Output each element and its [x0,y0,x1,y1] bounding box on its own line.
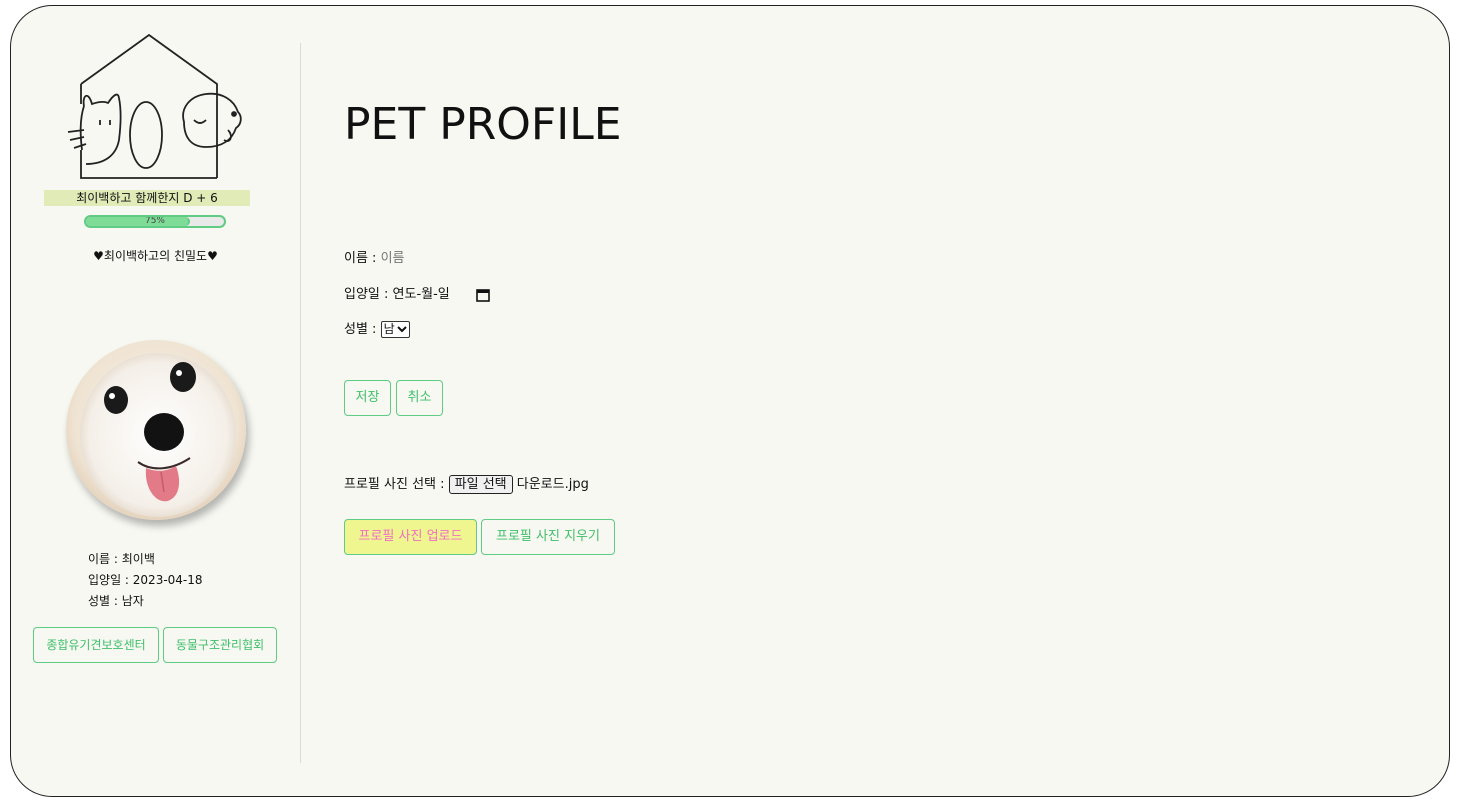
chevron-down-icon [396,326,407,333]
pet-name-text: 이름 : 최이백 [88,552,155,566]
intimacy-progress-bar: 75% [84,215,226,228]
together-dday-banner: 최이백하고 함께한지 D + 6 [44,190,250,206]
pet-gender-text: 성별 : 남자 [88,594,144,608]
photo-select-label: 프로필 사진 선택 : [344,477,445,492]
file-select-button[interactable]: 파일 선택 [448,475,513,494]
pet-avatar [66,340,246,520]
save-button[interactable]: 저장 [344,380,391,416]
adopt-date-row: 입양일 : 연도-월-일 [344,283,490,302]
sidebar: 최이백하고 함께한지 D + 6 75% ♥최이백하고의 친밀도♥ 이름: 최… [11,6,300,796]
gender-label: 성별 : [344,322,377,337]
adopt-date-label: 입양일 : [344,287,389,302]
gender-selected-value: 남 [383,322,395,336]
selected-file-name: 다운로드.jpg [516,477,589,492]
name-label: 이름 : [344,251,377,266]
gender-row: 성별 : 남 [344,318,410,338]
cancel-button[interactable]: 취소 [396,380,443,416]
upload-photo-button[interactable]: 프로필 사진 업로드 [344,519,477,555]
delete-photo-button[interactable]: 프로필 사진 지우기 [481,519,615,555]
name-input[interactable] [380,251,461,266]
pet-adopted-text: 입양일 : 2023-04-18 [88,573,203,587]
intimacy-label: ♥최이백하고의 친밀도♥ [93,249,218,263]
calendar-icon[interactable] [476,288,490,302]
photo-select-row: 프로필 사진 선택 : 파일 선택 다운로드.jpg [344,473,589,494]
sidebar-divider [300,43,301,763]
pet-info: 이름 : 최이백 입양일 : 2023-04-18 성별 : 남자 [88,549,203,612]
name-row: 이름 : [344,247,461,266]
house-cat-dog-logo-icon [67,33,242,179]
dog-photo-image [66,340,246,520]
animal-rescue-link-button[interactable]: 동물구조관리협회 [163,627,277,663]
adopt-date-input[interactable]: 연도-월-일 [393,287,450,302]
progress-label: 75% [144,216,165,226]
page-title: PET PROFILE [344,99,622,150]
app-frame: 최이백하고 함께한지 D + 6 75% ♥최이백하고의 친밀도♥ 이름: 최… [10,5,1450,797]
gender-select[interactable]: 남 [380,321,410,338]
shelter-center-link-button[interactable]: 종합유기견보호센터 [33,627,159,663]
